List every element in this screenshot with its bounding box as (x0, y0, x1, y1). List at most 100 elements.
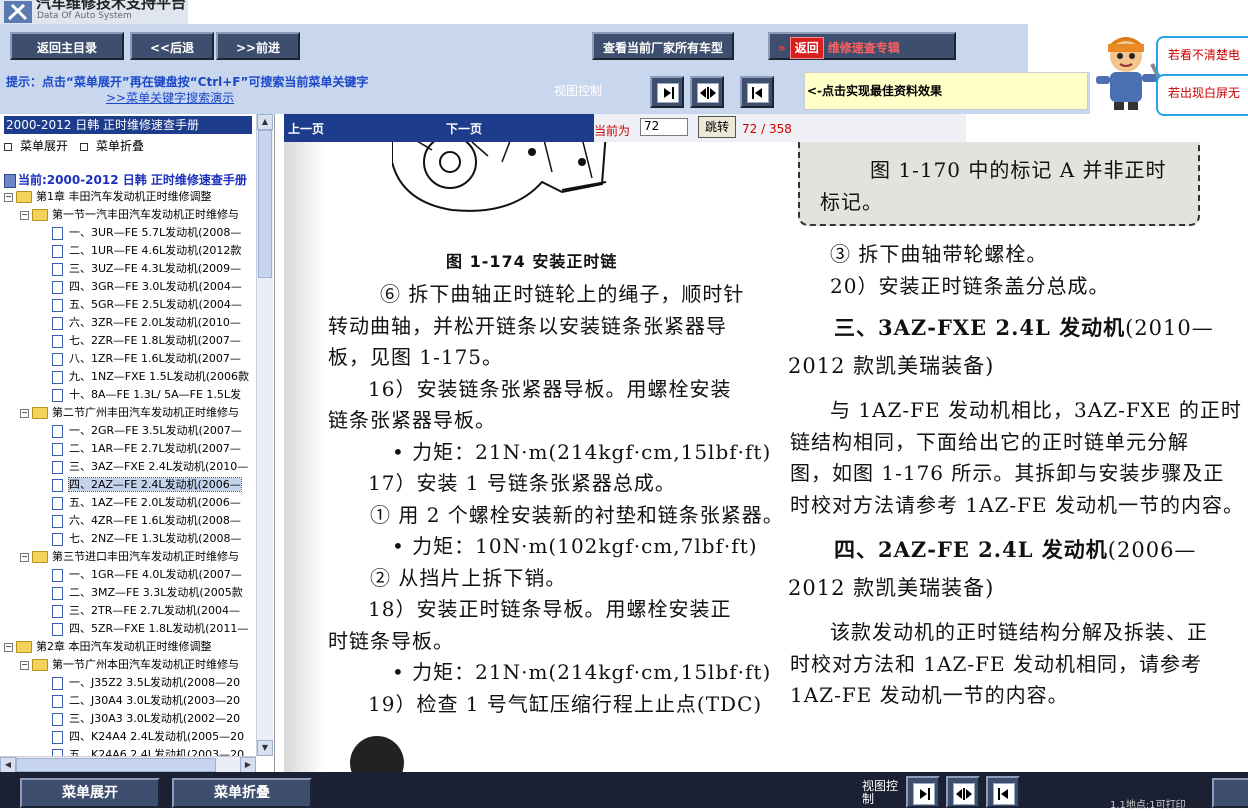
document-icon (52, 352, 63, 366)
home-button[interactable]: 返回主目录 (10, 32, 124, 60)
tree-folder-node[interactable]: − 第二节广州丰田汽车发动机正时维修与 (20, 404, 239, 422)
page-number-input[interactable]: 72 (640, 118, 688, 136)
tree-leaf-node[interactable]: 三、3AZ—FXE 2.4L发动机(2010— (52, 458, 248, 476)
bottom-view-fit-width-button[interactable] (946, 776, 980, 808)
tree-leaf-node[interactable]: 一、J35Z2 3.5L发动机(2008—20 (52, 674, 240, 692)
tree-leaf-node[interactable]: 四、5ZR—FXE 1.8L发动机(2011— (52, 620, 248, 638)
section-heading-2az-line2: 2012 款凯美瑞装备) (788, 576, 995, 600)
left-text-line: 链条张紧器导板。 (328, 408, 496, 432)
tree-folder-node[interactable]: − 第一节一汽丰田汽车发动机正时维修与 (20, 206, 239, 224)
scroll-left-icon[interactable]: ◀ (0, 757, 16, 773)
document-viewer[interactable]: 图 1-170 中的标记 A 并非正时 标记。 图 1-174 安装正时链 ⑥ … (284, 142, 1248, 772)
tree-collapse-link[interactable]: 菜单折叠 (80, 137, 144, 154)
forward-button[interactable]: >>前进 (216, 32, 300, 60)
hint-row: 提示：点击“菜单展开”再在键盘按“Ctrl+F”可搜索当前菜单关键字 >>菜单关… (0, 72, 1090, 114)
tree-node-label: 二、3MZ—FE 3.3L发动机(2005款 (69, 586, 243, 599)
tree-leaf-node[interactable]: 八、1ZR—FE 1.6L发动机(2007— (52, 350, 241, 368)
prev-page-link[interactable]: 上一页 (288, 120, 324, 137)
tree-leaf-node[interactable]: 二、1AR—FE 2.7L发动机(2007— (52, 440, 241, 458)
tree-leaf-node[interactable]: 三、J30A3 3.0L发动机(2002—20 (52, 710, 240, 728)
tree-horizontal-thumb[interactable] (16, 758, 216, 772)
tree-leaf-node[interactable]: 四、3GR—FE 3.0L发动机(2004— (52, 278, 242, 296)
menu-tree: 2000-2012 日韩 正时维修速查手册 菜单展开 菜单折叠 当前:2000-… (0, 114, 256, 756)
tree-folder-node[interactable]: − 第三节进口丰田汽车发动机正时维修与 (20, 548, 239, 566)
tree-leaf-node[interactable]: 三、3UZ—FE 4.3L发动机(2009— (52, 260, 241, 278)
document-icon (52, 370, 63, 384)
arrows-outward-icon (700, 87, 716, 99)
document-icon (52, 532, 63, 546)
left-text-line: ① 用 2 个螺栓安装新的衬垫和链条张紧器。 (370, 502, 784, 527)
section-heading-3az: 三、3AZ-FXE 2.4L 发动机(2010— (834, 312, 1214, 342)
help-tip-unclear[interactable]: 若看不清楚电 (1156, 36, 1248, 78)
tree-horizontal-scrollbar[interactable]: ◀ ▶ (0, 756, 256, 773)
tree-toggle-icon[interactable]: − (4, 642, 13, 652)
tree-leaf-node[interactable]: 一、3UR—FE 5.7L发动机(2008— (52, 224, 241, 242)
figure-caption: 图 1-174 安装正时链 (446, 252, 618, 271)
tree-toggle-icon[interactable]: − (20, 660, 29, 670)
book-icon (4, 173, 16, 188)
bottom-view-actual-size-button[interactable] (986, 776, 1020, 808)
tree-leaf-node[interactable]: 四、K24A4 2.4L发动机(2005—20 (52, 728, 244, 746)
tree-folder-node[interactable]: − 第一节广州本田汽车发动机正时维修与 (20, 656, 239, 674)
tree-node-label: 第1章 丰田汽车发动机正时维修调整 (36, 190, 212, 203)
return-quick-reference-button[interactable]: » 返回 维修速查专辑 (768, 32, 956, 60)
tree-leaf-node[interactable]: 一、1GR—FE 4.0L发动机(2007— (52, 566, 242, 584)
tree-node-label: 十、8A—FE 1.3L/ 5A—FE 1.5L发 (69, 388, 242, 401)
tree-node-label: 五、K24A6 2.4L发动机(2003—20 (69, 748, 245, 756)
section-heading-2az: 四、2AZ-FE 2.4L 发动机(2006— (834, 534, 1196, 564)
tree-leaf-node[interactable]: 三、2TR—FE 2.7L发动机(2004— (52, 602, 240, 620)
tree-toggle-icon[interactable]: − (20, 210, 29, 220)
tree-leaf-node[interactable]: 二、J30A4 3.0L发动机(2003—20 (52, 692, 240, 710)
bottom-right-button[interactable] (1212, 778, 1248, 808)
document-icon (52, 442, 63, 456)
view-all-models-button[interactable]: 查看当前厂家所有车型 (592, 32, 734, 60)
help-tip-white-screen[interactable]: 若出现白屏无 (1156, 74, 1248, 116)
tree-toggle-icon[interactable]: − (4, 192, 13, 202)
tree-node-label: 第二节广州丰田汽车发动机正时维修与 (52, 406, 239, 419)
tree-node-label: 五、1AZ—FE 2.0L发动机(2006— (69, 496, 241, 509)
para-3az-line: 图，如图 1-176 所示。其拆卸与安装步骤及正 (790, 461, 1225, 485)
bottom-collapse-button[interactable]: 菜单折叠 (172, 778, 312, 808)
left-text-line: • 力矩：10N·m(102kgf·cm,7lbf·ft) (392, 534, 758, 558)
tree-leaf-node[interactable]: 五、1AZ—FE 2.0L发动机(2006— (52, 494, 241, 512)
tree-folder-node[interactable]: − 第1章 丰田汽车发动机正时维修调整 (4, 188, 212, 206)
manual-title-header[interactable]: 2000-2012 日韩 正时维修速查手册 (4, 116, 252, 134)
tree-leaf-node[interactable]: 五、K24A6 2.4L发动机(2003—20 (52, 746, 244, 756)
tree-leaf-node[interactable]: 六、4ZR—FE 1.6L发动机(2008— (52, 512, 241, 530)
scroll-right-icon[interactable]: ▶ (240, 757, 256, 773)
tree-folder-node[interactable]: − 第2章 本田汽车发动机正时维修调整 (4, 638, 212, 656)
tree-expand-link[interactable]: 菜单展开 (4, 137, 68, 154)
heading-2az-years: (2006— (1107, 538, 1197, 562)
view-fit-width-button[interactable] (690, 76, 724, 108)
search-demo-link[interactable]: >>菜单关键字搜索演示 (106, 89, 234, 106)
scroll-down-icon[interactable]: ▼ (257, 740, 273, 756)
bottom-expand-button[interactable]: 菜单展开 (20, 778, 160, 808)
tree-leaf-node[interactable]: 五、5GR—FE 2.5L发动机(2004— (52, 296, 242, 314)
tree-leaf-node[interactable]: 九、1NZ—FXE 1.5L发动机(2006款 (52, 368, 249, 386)
bottom-view-label: 视图控制 (862, 779, 899, 806)
tree-leaf-node[interactable]: 七、2NZ—FE 1.3L发动机(2008— (52, 530, 241, 548)
tree-leaf-node[interactable]: 二、1UR—FE 4.6L发动机(2012款 (52, 242, 241, 260)
tree-leaf-node[interactable]: 七、2ZR—FE 1.8L发动机(2007— (52, 332, 241, 350)
tree-leaf-node[interactable]: 一、2GR—FE 3.5L发动机(2007— (52, 422, 242, 440)
tree-node-label: 三、J30A3 3.0L发动机(2002—20 (69, 712, 241, 725)
current-manual-label[interactable]: 当前:2000-2012 日韩 正时维修速查手册 (4, 171, 247, 188)
heading-3az-bold: 三、3AZ-FXE 2.4L 发动机 (834, 315, 1126, 340)
tree-vertical-scrollbar[interactable]: ▲ ▼ (256, 114, 273, 756)
tree-toggle-icon[interactable]: − (20, 408, 29, 418)
tree-leaf-node[interactable]: 十、8A—FE 1.3L/ 5A—FE 1.5L发 (52, 386, 241, 404)
next-page-link[interactable]: 下一页 (446, 120, 482, 137)
view-actual-size-button[interactable] (740, 76, 774, 108)
para-2az-line: 时校对方法和 1AZ-FE 发动机相同，请参考 (790, 651, 1203, 676)
tree-vertical-thumb[interactable] (258, 130, 272, 278)
tree-toggle-icon[interactable]: − (20, 552, 29, 562)
view-fit-page-button[interactable] (650, 76, 684, 108)
bottom-view-fit-page-button[interactable] (906, 776, 940, 808)
tree-leaf-node[interactable]: 六、3ZR—FE 2.0L发动机(2010— (52, 314, 241, 332)
tree-leaf-node[interactable]: 四、2AZ—FE 2.4L发动机(2006— (52, 476, 242, 494)
left-text-line: 16）安装链条张紧器导板。用螺栓安装 (368, 376, 732, 401)
scroll-up-icon[interactable]: ▲ (257, 114, 273, 130)
jump-button[interactable]: 跳转 (698, 116, 736, 138)
tree-leaf-node[interactable]: 二、3MZ—FE 3.3L发动机(2005款 (52, 584, 243, 602)
back-button[interactable]: <<后退 (130, 32, 214, 60)
